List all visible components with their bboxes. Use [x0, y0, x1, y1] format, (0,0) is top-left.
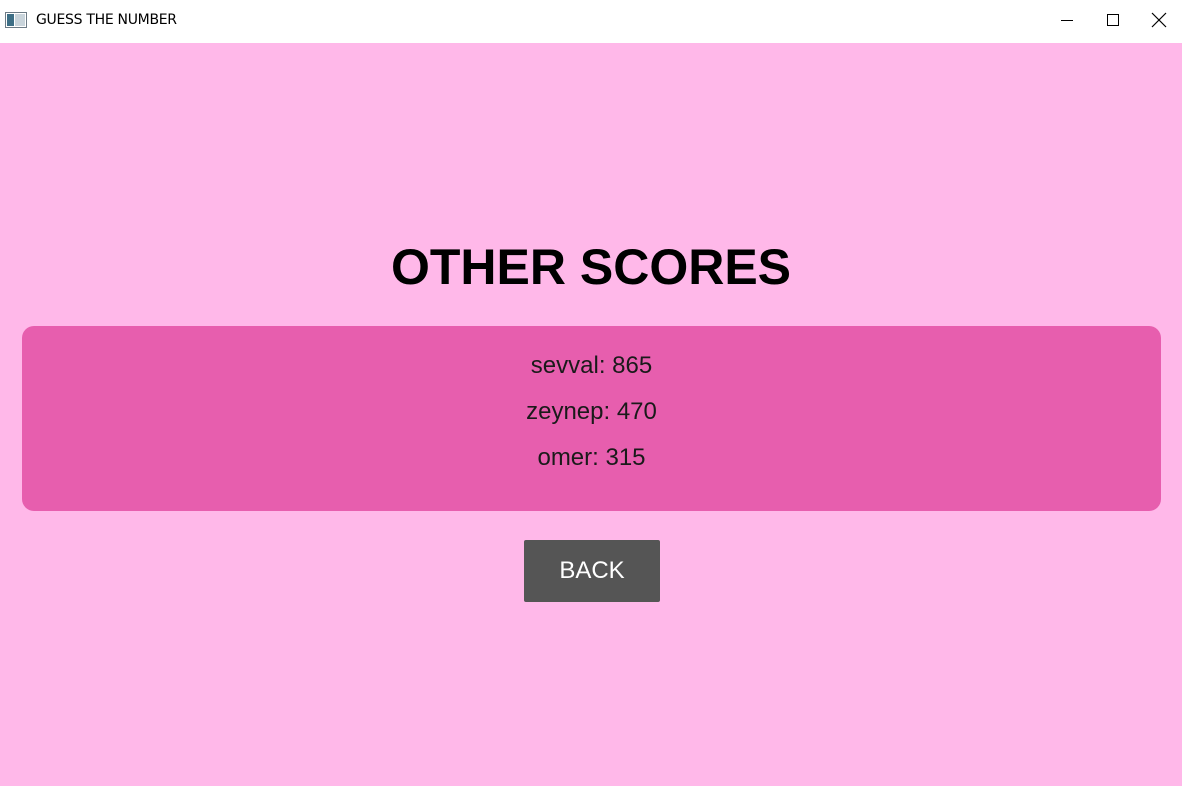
title-bar[interactable]: GUESS THE NUMBER: [0, 0, 1182, 43]
maximize-button[interactable]: [1090, 0, 1136, 40]
minimize-icon: [1061, 20, 1073, 21]
minimize-button[interactable]: [1044, 0, 1090, 40]
main-content: OTHER SCORES sevval: 865 zeynep: 470 ome…: [0, 43, 1182, 786]
app-window: GUESS THE NUMBER OTHER SCORES sevval: 86…: [0, 0, 1182, 786]
page-title: OTHER SCORES: [390, 239, 792, 295]
window-controls: [1044, 0, 1182, 40]
window-title: GUESS THE NUMBER: [36, 12, 177, 28]
scores-panel: sevval: 865 zeynep: 470 omer: 315: [22, 326, 1161, 511]
close-icon: [1151, 12, 1167, 28]
close-button[interactable]: [1136, 0, 1182, 40]
score-entry: sevval: 865: [530, 352, 653, 379]
score-entry: zeynep: 470: [526, 398, 657, 425]
maximize-icon: [1107, 14, 1119, 26]
app-window-icon: [5, 12, 27, 28]
score-entry: omer: 315: [537, 444, 646, 471]
back-button[interactable]: BACK: [524, 540, 660, 602]
